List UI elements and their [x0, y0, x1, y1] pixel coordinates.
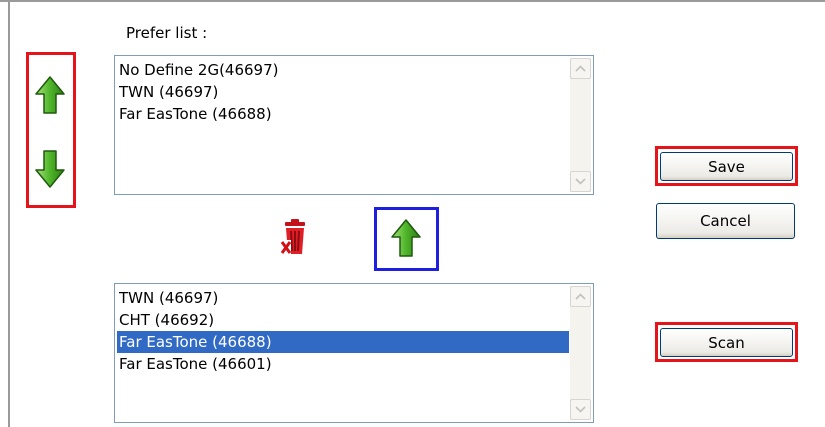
- move-up-icon[interactable]: [35, 76, 65, 114]
- save-button[interactable]: Save: [660, 152, 793, 181]
- scroll-up-button[interactable]: [570, 58, 591, 79]
- list-item[interactable]: Far EasTone (46688): [117, 103, 569, 125]
- scan-list-scrollbar[interactable]: [570, 286, 591, 420]
- trash-can-icon[interactable]: [279, 218, 311, 256]
- chevron-down-icon: [575, 406, 586, 413]
- prefer-listbox[interactable]: No Define 2G(46697) TWN (46697) Far EasT…: [114, 55, 594, 195]
- chevron-down-icon: [575, 178, 586, 185]
- list-item-selected[interactable]: Far EasTone (46688): [117, 331, 569, 353]
- prefer-list-items: No Define 2G(46697) TWN (46697) Far EasT…: [117, 59, 569, 125]
- scan-button[interactable]: Scan: [660, 328, 793, 357]
- list-item[interactable]: TWN (46697): [117, 287, 569, 309]
- window-left-border: [8, 2, 10, 427]
- scan-list-items: TWN (46697) CHT (46692) Far EasTone (466…: [117, 287, 569, 375]
- scroll-up-button[interactable]: [570, 286, 591, 307]
- chevron-up-icon: [575, 293, 586, 300]
- window-top-border: [0, 0, 825, 2]
- add-to-prefer-up-icon[interactable]: [391, 219, 421, 257]
- list-item[interactable]: No Define 2G(46697): [117, 59, 569, 81]
- list-item[interactable]: CHT (46692): [117, 309, 569, 331]
- chevron-up-icon: [575, 65, 586, 72]
- scroll-down-button[interactable]: [570, 171, 591, 192]
- scroll-down-button[interactable]: [570, 399, 591, 420]
- scan-listbox[interactable]: TWN (46697) CHT (46692) Far EasTone (466…: [114, 283, 594, 423]
- cancel-button[interactable]: Cancel: [656, 203, 795, 239]
- move-down-icon[interactable]: [35, 150, 65, 188]
- list-item[interactable]: TWN (46697): [117, 81, 569, 103]
- list-item[interactable]: Far EasTone (46601): [117, 353, 569, 375]
- prefer-list-scrollbar[interactable]: [570, 58, 591, 192]
- prefer-list-label: Prefer list :: [126, 24, 208, 42]
